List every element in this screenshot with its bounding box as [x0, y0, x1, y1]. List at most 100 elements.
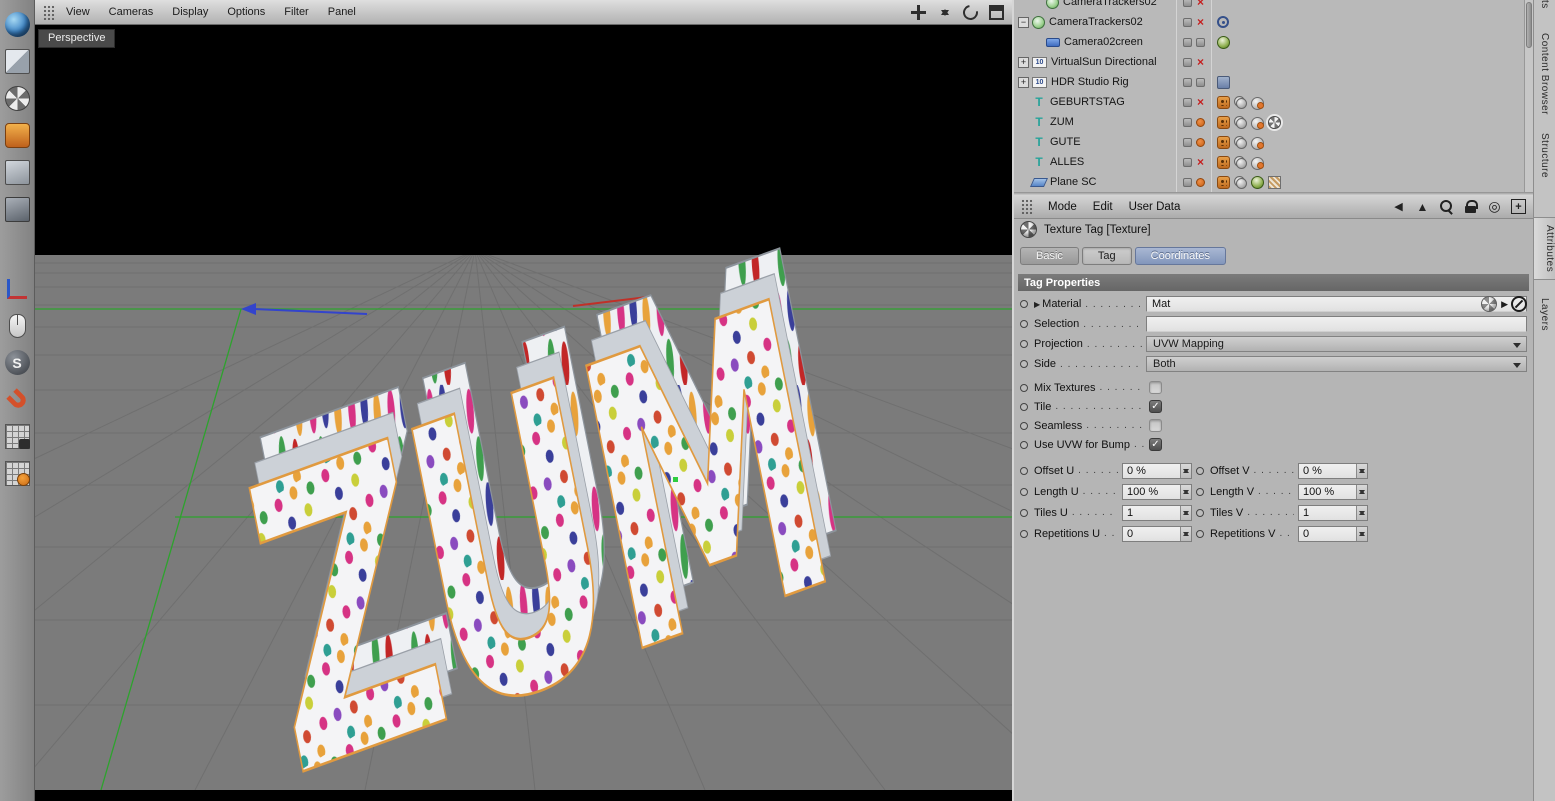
keyframe-circle-icon[interactable]: [1196, 487, 1204, 496]
object-row[interactable]: ZUM: [1014, 112, 1533, 132]
tool-mouse-tool[interactable]: [0, 307, 34, 344]
stepper-icon[interactable]: [1180, 463, 1191, 478]
mode-menu-user-data[interactable]: User Data: [1129, 201, 1181, 213]
camera-label[interactable]: Perspective: [38, 29, 116, 48]
film-tag-icon[interactable]: [1217, 95, 1230, 109]
mix-textures-checkbox[interactable]: [1149, 381, 1162, 394]
hatch-tag-icon[interactable]: [1268, 175, 1281, 189]
keyframe-circle-icon[interactable]: [1020, 340, 1028, 348]
tool-axis-tool[interactable]: [0, 270, 34, 307]
stepper-icon[interactable]: [1180, 526, 1191, 541]
visibility-dot-icon[interactable]: [1183, 17, 1192, 27]
object-row[interactable]: + VirtualSun Directional ×: [1014, 52, 1533, 72]
stepper-icon[interactable]: [1180, 505, 1191, 520]
tool-checker-sphere[interactable]: [0, 80, 34, 117]
maximize-viewport-icon[interactable]: [989, 4, 1004, 20]
keyframe-circle-icon[interactable]: [1020, 466, 1028, 475]
visibility-dot-icon[interactable]: [1183, 0, 1192, 7]
back-icon[interactable]: [1391, 199, 1406, 214]
material-input[interactable]: Mat: [1146, 296, 1527, 312]
stepper-icon[interactable]: [1356, 505, 1367, 520]
axes-icon[interactable]: [937, 5, 952, 20]
pan-icon[interactable]: [911, 4, 926, 20]
menubar-grip-icon[interactable]: [43, 4, 56, 20]
mode-menu-mode[interactable]: Mode: [1048, 201, 1077, 213]
disabled-x-icon[interactable]: ×: [1196, 0, 1205, 8]
panel-tab-structure[interactable]: Structure: [1539, 133, 1550, 178]
keyframe-circle-icon[interactable]: [1020, 487, 1028, 496]
projection-dropdown[interactable]: UVW Mapping: [1146, 336, 1527, 352]
scrollbar-thumb[interactable]: [1526, 2, 1532, 48]
phong-tag-icon[interactable]: [1234, 155, 1247, 169]
panel-tab-layers[interactable]: Layers: [1539, 298, 1550, 331]
menu-view[interactable]: View: [66, 6, 90, 18]
tool-material-stack[interactable]: [0, 117, 34, 154]
side-dropdown[interactable]: Both: [1146, 356, 1527, 372]
object-row[interactable]: + HDR Studio Rig: [1014, 72, 1533, 92]
tool-box-light[interactable]: [0, 154, 34, 191]
keyframe-circle-icon[interactable]: [1020, 402, 1028, 411]
target-icon[interactable]: [1487, 199, 1502, 214]
checker-selected-tag-icon[interactable]: [1268, 115, 1281, 129]
keyframe-circle-icon[interactable]: [1020, 300, 1028, 308]
repetitions-v-input[interactable]: 0: [1298, 525, 1368, 542]
keyframe-circle-icon[interactable]: [1196, 529, 1204, 538]
repetitions-u-input[interactable]: 0: [1122, 525, 1192, 542]
disabled-x-icon[interactable]: ×: [1196, 96, 1205, 108]
search-icon[interactable]: [1439, 199, 1454, 214]
visibility-dot-icon[interactable]: [1183, 157, 1192, 167]
object-row[interactable]: Camera02creen: [1014, 32, 1533, 52]
mode-bar-grip-icon[interactable]: [1021, 199, 1034, 214]
visibility-dot-icon[interactable]: [1196, 37, 1205, 47]
perspective-viewport[interactable]: ZUM ZUM ZUM Perspective: [35, 25, 1012, 790]
viewport-canvas[interactable]: ZUM ZUM ZUM: [35, 25, 1012, 790]
tab-basic[interactable]: Basic: [1020, 247, 1079, 265]
object-row[interactable]: GEBURTSTAG ×: [1014, 92, 1533, 112]
visibility-dot-icon[interactable]: [1183, 37, 1192, 47]
balldot-tag-icon[interactable]: [1251, 96, 1264, 110]
panel-tab-content-browser[interactable]: Content Browser: [1539, 33, 1550, 115]
keyframe-circle-icon[interactable]: [1020, 320, 1028, 328]
material-preview-icon[interactable]: [1481, 296, 1497, 312]
tiles-u-input[interactable]: 1: [1122, 504, 1192, 521]
disabled-x-icon[interactable]: ×: [1196, 16, 1205, 28]
stepper-icon[interactable]: [1356, 463, 1367, 478]
ball-tag-icon[interactable]: [1251, 175, 1264, 189]
keyframe-circle-icon[interactable]: [1020, 529, 1028, 538]
tool-cube[interactable]: [0, 43, 34, 80]
disabled-x-icon[interactable]: ×: [1196, 156, 1205, 168]
balldot-tag-icon[interactable]: [1251, 136, 1264, 150]
offset-v-input[interactable]: 0 %: [1298, 462, 1368, 479]
mode-menu-edit[interactable]: Edit: [1093, 201, 1113, 213]
offset-u-input[interactable]: 0 %: [1122, 462, 1192, 479]
phong-tag-icon[interactable]: [1234, 135, 1247, 149]
state-dot-icon[interactable]: [1196, 137, 1205, 147]
panel-tab-attributes[interactable]: Attributes: [1534, 217, 1555, 281]
keyframe-circle-icon[interactable]: [1020, 440, 1028, 449]
keyframe-circle-icon[interactable]: [1196, 466, 1204, 475]
visibility-dot-icon[interactable]: [1183, 177, 1192, 187]
collapse-icon[interactable]: −: [1018, 16, 1029, 28]
tool-grid-key[interactable]: [0, 455, 34, 492]
tab-coordinates[interactable]: Coordinates: [1134, 247, 1226, 265]
object-manager-scrollbar[interactable]: [1524, 0, 1533, 192]
visibility-dot-icon[interactable]: [1183, 77, 1192, 87]
tool-globe[interactable]: [0, 6, 34, 43]
balldot-tag-icon[interactable]: [1251, 116, 1264, 130]
menu-panel[interactable]: Panel: [328, 6, 356, 18]
expand-icon[interactable]: +: [1018, 56, 1029, 68]
menu-cameras[interactable]: Cameras: [109, 6, 154, 18]
object-row[interactable]: − CameraTrackers02 ×: [1014, 12, 1533, 32]
object-row[interactable]: Plane SC: [1014, 172, 1533, 192]
selection-input[interactable]: [1146, 316, 1527, 332]
object-row[interactable]: GUTE: [1014, 132, 1533, 152]
keyframe-circle-icon[interactable]: [1020, 383, 1028, 392]
rotate-view-icon[interactable]: [960, 1, 981, 23]
tool-magnet-tool[interactable]: [0, 381, 34, 418]
visibility-dot-icon[interactable]: [1183, 97, 1192, 107]
ball-tag-icon[interactable]: [1217, 35, 1230, 49]
phong-tag-icon[interactable]: [1234, 95, 1247, 109]
balldot-tag-icon[interactable]: [1251, 156, 1264, 170]
state-dot-icon[interactable]: [1196, 117, 1205, 127]
add-icon[interactable]: [1511, 199, 1526, 214]
